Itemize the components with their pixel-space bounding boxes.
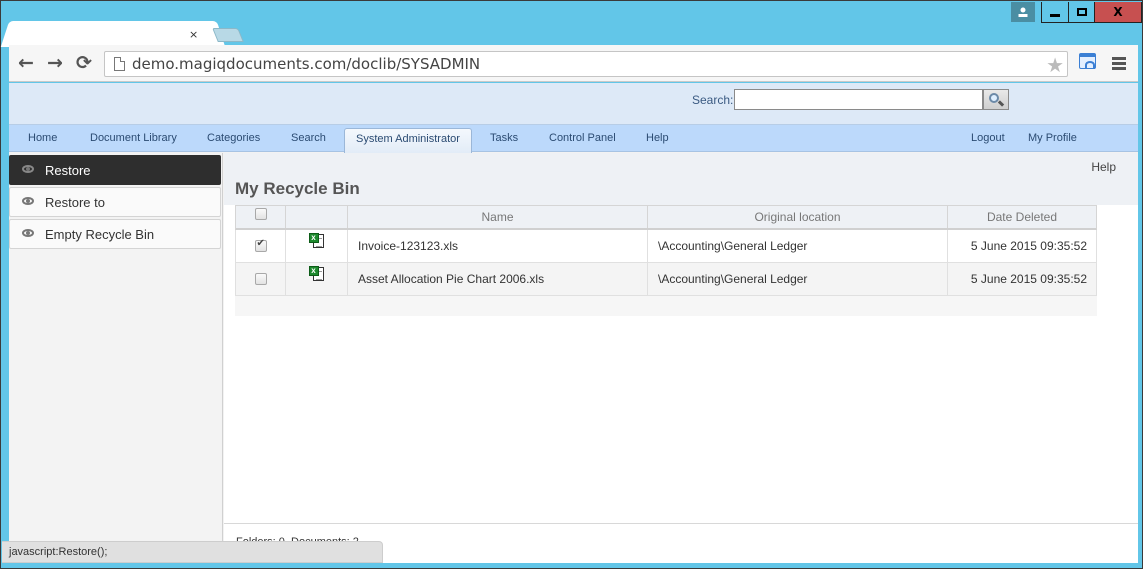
sidebar-item-restore-to[interactable]: Restore to <box>9 187 221 217</box>
row-checkbox-cell <box>236 263 286 295</box>
row-checkbox-cell <box>236 230 286 262</box>
row-icon-cell: x <box>286 263 348 295</box>
close-icon: X <box>1113 5 1123 19</box>
forward-arrow-icon[interactable]: → <box>44 53 66 75</box>
browser-menu-icon[interactable] <box>1112 57 1126 72</box>
address-bar[interactable]: demo.magiqdocuments.com/doclib/SYSADMIN … <box>104 51 1068 77</box>
search-button[interactable] <box>983 89 1009 110</box>
file-name[interactable]: Asset Allocation Pie Chart 2006.xls <box>348 263 648 295</box>
maximize-button[interactable] <box>1068 2 1095 23</box>
row-checkbox[interactable] <box>254 238 267 252</box>
user-icon <box>1018 7 1028 17</box>
sidebar-item-label: Empty Recycle Bin <box>45 227 155 242</box>
back-arrow-icon[interactable]: ← <box>15 53 37 75</box>
original-location: \Accounting\General Ledger <box>648 263 948 295</box>
header-band: Search: <box>9 83 1138 125</box>
bookmark-star-icon[interactable]: ★ <box>1046 53 1064 77</box>
browser-tab[interactable] <box>13 21 213 47</box>
file-name[interactable]: Invoice-123123.xls <box>348 230 648 262</box>
browser-window: X × ← → ⟳ demo.magiqdocuments.com/doclib… <box>0 0 1143 569</box>
eye-icon <box>22 165 34 173</box>
minimize-icon <box>1050 13 1060 17</box>
select-all-cell <box>236 206 286 228</box>
original-location: \Accounting\General Ledger <box>648 230 948 262</box>
main-navigation: Home Document Library Categories Search … <box>9 125 1138 153</box>
table-row[interactable]: x Asset Allocation Pie Chart 2006.xls \A… <box>235 263 1097 296</box>
recycle-bin-table: Name Original location Date Deleted x In… <box>235 205 1097 316</box>
table-row[interactable]: x Invoice-123123.xls \Accounting\General… <box>235 230 1097 263</box>
user-profile-button[interactable] <box>1011 2 1035 22</box>
reload-icon[interactable]: ⟳ <box>73 53 95 75</box>
nav-my-profile[interactable]: My Profile <box>1028 132 1077 144</box>
excel-file-icon[interactable]: x <box>308 233 325 249</box>
column-header-location[interactable]: Original location <box>648 206 948 228</box>
row-checkbox[interactable] <box>254 273 267 285</box>
search-label: Search: <box>692 93 734 107</box>
minimize-button[interactable] <box>1041 2 1069 23</box>
content-header: Help My Recycle Bin <box>224 153 1138 205</box>
web-page: Search: Home Document Library Categories… <box>9 83 1138 563</box>
excel-file-icon[interactable]: x <box>308 266 325 282</box>
sidebar-item-empty-recycle-bin[interactable]: Empty Recycle Bin <box>9 219 221 249</box>
extension-icon[interactable] <box>1079 53 1096 69</box>
date-deleted: 5 June 2015 09:35:52 <box>948 263 1097 295</box>
nav-search[interactable]: Search <box>291 132 326 144</box>
nav-tasks[interactable]: Tasks <box>490 132 518 144</box>
nav-document-library[interactable]: Document Library <box>90 132 177 144</box>
table-footer-spacer <box>235 296 1097 316</box>
table-header: Name Original location Date Deleted <box>235 205 1097 230</box>
column-header-name[interactable]: Name <box>348 206 648 228</box>
nav-home[interactable]: Home <box>28 132 57 144</box>
new-tab-button[interactable] <box>212 28 244 42</box>
eye-icon <box>22 229 34 237</box>
tab-close-icon[interactable]: × <box>189 28 198 41</box>
browser-status-bar: javascript:Restore(); <box>2 541 383 563</box>
select-all-checkbox[interactable] <box>254 208 267 220</box>
row-icon-cell: x <box>286 230 348 262</box>
nav-logout[interactable]: Logout <box>971 132 1005 144</box>
page-icon <box>114 57 125 71</box>
eye-icon <box>22 197 34 205</box>
nav-help[interactable]: Help <box>646 132 669 144</box>
search-input[interactable] <box>734 89 983 110</box>
sidebar-item-restore[interactable]: Restore <box>9 155 221 185</box>
sidebar-item-label: Restore to <box>45 195 105 210</box>
page-title: My Recycle Bin <box>235 179 360 198</box>
browser-toolbar: ← → ⟳ demo.magiqdocuments.com/doclib/SYS… <box>9 45 1138 82</box>
maximize-icon <box>1076 8 1087 16</box>
column-header-date-deleted[interactable]: Date Deleted <box>948 206 1097 228</box>
sidebar-item-label: Restore <box>45 163 91 178</box>
nav-system-administrator[interactable]: System Administrator <box>344 128 472 153</box>
window-close-button[interactable]: X <box>1094 2 1142 23</box>
date-deleted: 5 June 2015 09:35:52 <box>948 230 1097 262</box>
nav-categories[interactable]: Categories <box>207 132 260 144</box>
main-content: Help My Recycle Bin Name Original locati… <box>224 153 1138 563</box>
help-link[interactable]: Help <box>1091 160 1116 174</box>
sidebar: Restore Restore to Empty Recycle Bin <box>9 153 223 563</box>
url-text[interactable]: demo.magiqdocuments.com/doclib/SYSADMIN <box>132 55 480 73</box>
column-header-icon <box>286 206 348 228</box>
nav-control-panel[interactable]: Control Panel <box>549 132 616 144</box>
footer-divider <box>224 523 1138 524</box>
